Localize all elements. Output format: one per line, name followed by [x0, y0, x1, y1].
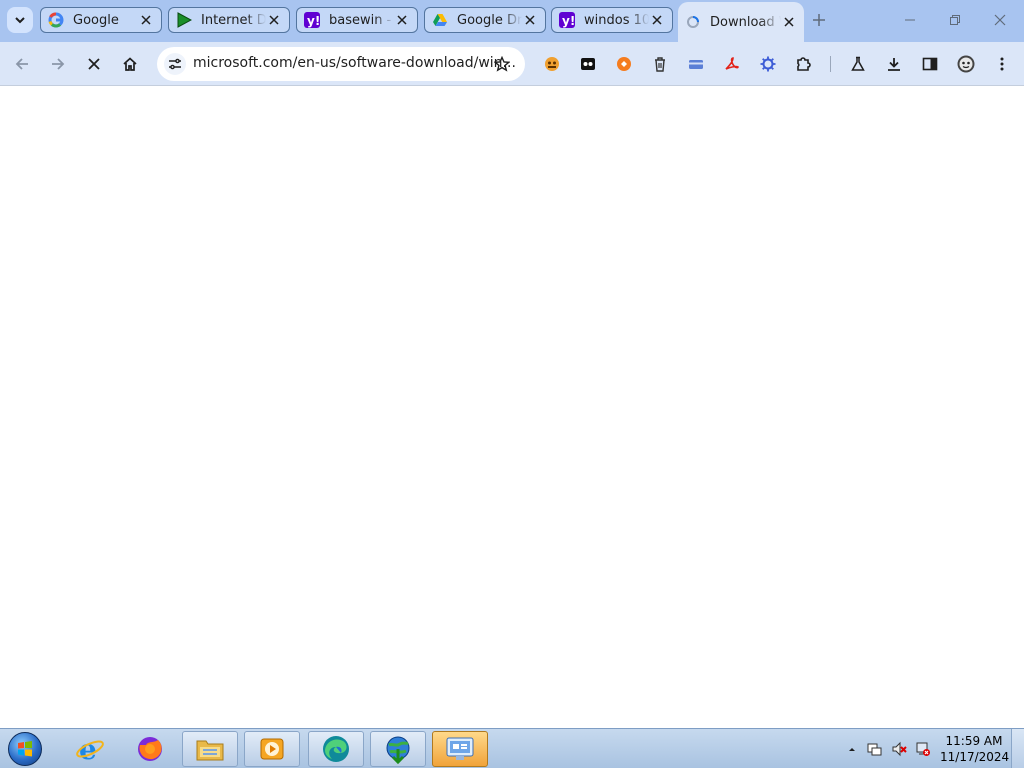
tab-title: basewin - Yahoo Search — [329, 12, 394, 28]
windows-logo-icon — [8, 732, 42, 766]
firefox-taskbar-button[interactable] — [122, 731, 178, 767]
close-icon[interactable] — [394, 12, 410, 28]
svg-text:y!: y! — [307, 14, 320, 28]
restore-button[interactable] — [947, 12, 963, 28]
internet-explorer-taskbar-button[interactable]: e — [62, 731, 118, 767]
network-disconnected-tray-icon[interactable] — [915, 741, 931, 757]
tab-windos-10[interactable]: y! windos 10 - Yahoo Search — [551, 7, 673, 33]
yahoo-icon: y! — [304, 12, 320, 28]
start-button[interactable] — [5, 730, 45, 768]
tab-title: Google Drive — [457, 12, 522, 28]
home-icon — [123, 57, 137, 71]
download-icon[interactable] — [885, 55, 903, 73]
browser-toolbar: microsoft.com/en-us/software-download/wi… — [0, 42, 1024, 86]
tab-search-button[interactable] — [7, 7, 33, 33]
orange-extension-icon[interactable] — [615, 55, 633, 73]
tab-basewin[interactable]: y! basewin - Yahoo Search — [296, 7, 418, 33]
tab-title: Google — [73, 12, 119, 28]
honey-extension-icon[interactable] — [543, 55, 561, 73]
control-panel-taskbar-button[interactable] — [432, 731, 488, 767]
edge-icon — [323, 736, 349, 762]
clock-date: 11/17/2024 — [940, 750, 1010, 764]
site-info-button[interactable] — [164, 53, 186, 75]
show-hidden-icons-button[interactable] — [844, 741, 860, 757]
tab-google-drive[interactable]: Google Drive — [424, 7, 546, 33]
back-button[interactable] — [11, 53, 33, 75]
system-clock[interactable]: 11:59 AM 11/17/2024 — [940, 733, 1010, 765]
close-icon[interactable] — [781, 14, 797, 30]
edge-taskbar-button[interactable] — [308, 731, 364, 767]
volume-muted-tray-icon[interactable] — [891, 741, 907, 757]
puzzle-icon[interactable] — [795, 55, 813, 73]
close-icon[interactable] — [522, 12, 538, 28]
file-explorer-taskbar-button[interactable] — [182, 731, 238, 767]
new-tab-button[interactable] — [810, 11, 828, 29]
plus-icon — [813, 14, 825, 26]
forward-button[interactable] — [47, 53, 69, 75]
close-icon[interactable] — [138, 12, 154, 28]
show-desktop-button[interactable] — [1011, 729, 1024, 768]
profile-avatar-icon[interactable] — [957, 55, 975, 73]
close-icon[interactable] — [266, 12, 282, 28]
gear-extension-icon[interactable] — [759, 55, 777, 73]
tab-title: windos 10 - Yahoo Search — [584, 12, 649, 28]
media-player-icon — [260, 738, 284, 760]
stop-loading-button[interactable] — [83, 53, 105, 75]
close-icon — [994, 14, 1006, 26]
flask-icon[interactable] — [849, 55, 867, 73]
close-icon — [88, 58, 100, 70]
control-panel-icon — [446, 737, 474, 760]
toolbar-separator — [830, 56, 831, 72]
chevron-up-icon — [849, 748, 855, 751]
tab-title: Download Windows 10 — [710, 14, 781, 30]
restore-icon — [950, 15, 960, 25]
kebab-menu-icon[interactable] — [993, 55, 1011, 73]
tab-google[interactable]: Google — [40, 7, 162, 33]
close-window-button[interactable] — [992, 12, 1008, 28]
tune-icon — [169, 58, 181, 70]
card-extension-icon[interactable] — [687, 55, 705, 73]
firefox-icon — [138, 737, 162, 761]
idm-play-icon — [176, 12, 192, 28]
chevron-down-icon — [15, 17, 25, 24]
address-bar[interactable]: microsoft.com/en-us/software-download/wi… — [157, 47, 525, 81]
minimize-icon — [905, 19, 915, 21]
tab-internet-download-manager[interactable]: Internet Download Manager — [168, 7, 290, 33]
tab-download-windows-10[interactable]: Download Windows 10 — [678, 2, 804, 42]
bookmark-star-button[interactable] — [492, 54, 512, 74]
close-icon[interactable] — [649, 12, 665, 28]
arrow-right-icon — [52, 58, 65, 70]
tab-manager-extension-icon[interactable] — [579, 55, 597, 73]
tab-title: Internet Download Manager — [201, 12, 266, 28]
folder-icon — [196, 740, 224, 761]
taskbar: e 11:59 AM 11/17/2024 — [0, 728, 1024, 768]
home-button[interactable] — [119, 53, 141, 75]
svg-text:y!: y! — [562, 14, 575, 28]
page-content — [0, 87, 1024, 728]
arrow-left-icon — [15, 58, 28, 70]
clock-time: 11:59 AM — [945, 734, 1003, 748]
action-center-tray-icon[interactable] — [866, 741, 882, 757]
star-icon — [494, 56, 510, 72]
acrobat-extension-icon[interactable] — [723, 55, 741, 73]
internet-download-manager-taskbar-button[interactable] — [370, 731, 426, 767]
trash-extension-icon[interactable] — [651, 55, 669, 73]
internet-explorer-icon: e — [76, 734, 104, 764]
google-drive-icon — [432, 12, 448, 28]
minimize-button[interactable] — [902, 12, 918, 28]
yahoo-icon: y! — [559, 12, 575, 28]
side-panel-icon[interactable] — [921, 55, 939, 73]
url-text[interactable]: microsoft.com/en-us/software-download/wi… — [193, 55, 516, 71]
idm-globe-icon — [386, 736, 410, 765]
tab-strip: Google Internet Download Manager y! base… — [0, 0, 1024, 42]
media-player-taskbar-button[interactable] — [244, 731, 300, 767]
google-icon — [48, 12, 64, 28]
loading-icon — [685, 14, 701, 30]
